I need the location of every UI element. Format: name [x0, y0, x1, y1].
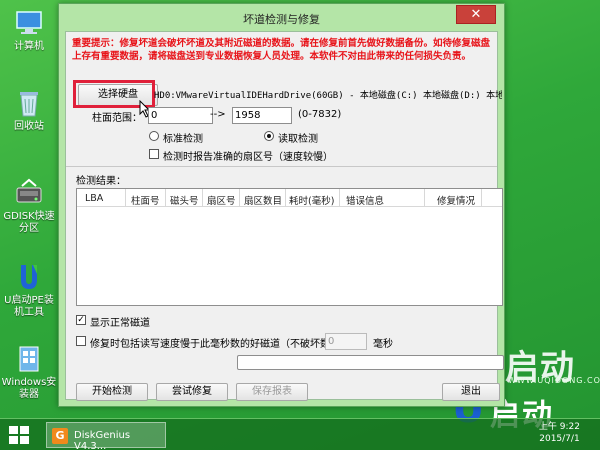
recycle-bin-icon: [20, 92, 38, 117]
standard-mode-radio[interactable]: [149, 131, 159, 141]
report-sector-label: 检测时报告准确的扇区号（速度较慢）: [163, 152, 333, 163]
column-header-lba: LBA: [85, 193, 104, 204]
read-mode-radio[interactable]: [264, 131, 274, 141]
show-normal-label: 显示正常磁道: [90, 318, 150, 329]
desktop-icon-label: GDISK快速分区: [3, 211, 55, 234]
windows-start-icon[interactable]: [8, 425, 30, 445]
column-separator: [165, 189, 166, 207]
warning-text: 重要提示：修复坏道会破坏坏道及其附近磁道的数据。请在修复前首先做好数据备份。如待…: [72, 38, 491, 62]
cylinder-range-label: 柱面范围：: [92, 113, 142, 124]
cylinder-to-input[interactable]: 1958: [232, 107, 292, 124]
taskbar: G DiskGenius V4.3... 上午 9:22 2015/7/1: [0, 418, 600, 450]
clock-time: 上午 9:22: [538, 422, 580, 432]
column-header-error: 错误信息: [346, 196, 385, 207]
column-separator: [239, 189, 240, 207]
desktop-icon-label: Windows安装器: [1, 377, 57, 400]
column-separator: [424, 189, 425, 207]
desktop-icon-upe-installer[interactable]: U启动PE装机工具: [0, 262, 58, 319]
column-header-cylinder: 柱面号: [131, 196, 160, 207]
disk-info-text: HD0:VMwareVirtualIDEHardDrive(60GB) - 本地…: [154, 91, 502, 101]
results-label: 检测结果：: [76, 176, 126, 187]
computer-icon: [16, 11, 42, 34]
results-table[interactable]: LBA 柱面号 磁头号 扇区号 扇区数目 耗时(毫秒) 错误信息 修复情况: [76, 188, 503, 306]
system-clock[interactable]: 上午 9:22 2015/7/1: [539, 421, 580, 445]
show-normal-checkbox[interactable]: ✓: [76, 315, 86, 325]
desktop-icon-windows-installer[interactable]: Windows安装器: [0, 344, 58, 401]
progress-bar: [237, 355, 504, 370]
read-mode-label: 读取检测: [278, 134, 318, 145]
range-arrow: -->: [210, 109, 226, 120]
repair-slow-checkbox[interactable]: [76, 336, 86, 346]
cylinder-max-range: (0-7832): [298, 109, 342, 120]
column-separator: [481, 189, 482, 207]
column-separator: [339, 189, 340, 207]
results-table-header: LBA 柱面号 磁头号 扇区号 扇区数目 耗时(毫秒) 错误信息 修复情况: [77, 189, 502, 207]
desktop-icon-label: 计算机: [14, 41, 44, 52]
cylinder-from-input[interactable]: 0: [148, 107, 213, 124]
taskbar-item-label: DiskGenius V4.3...: [74, 430, 131, 450]
try-repair-button[interactable]: 尝试修复: [156, 383, 228, 401]
clock-date: 2015/7/1: [539, 434, 580, 444]
column-separator: [285, 189, 286, 207]
u-logo-icon: [21, 265, 37, 289]
diskgenius-icon: G: [52, 428, 68, 444]
report-sector-checkbox[interactable]: [149, 149, 159, 159]
column-header-sector-count: 扇区数目: [244, 196, 283, 207]
column-header-repair: 修复情况: [437, 196, 476, 207]
column-header-sector: 扇区号: [207, 196, 236, 207]
desktop-icon-recycle-bin[interactable]: 回收站: [0, 88, 58, 133]
section-divider: [66, 166, 497, 167]
standard-mode-label: 标准检测: [163, 134, 203, 145]
close-button[interactable]: ✕: [456, 5, 496, 24]
ms-unit-label: 毫秒: [373, 339, 393, 350]
save-report-button[interactable]: 保存报表: [236, 383, 308, 401]
windows-installer-icon: [19, 346, 39, 372]
dialog-client-area: 重要提示：修复坏道会破坏坏道及其附近磁道的数据。请在修复前首先做好数据备份。如待…: [65, 31, 504, 401]
desktop-icon-computer[interactable]: 计算机: [0, 8, 58, 53]
desktop-icon-label: 回收站: [14, 121, 44, 132]
bad-track-dialog: 坏道检测与修复 ✕ 重要提示：修复坏道会破坏坏道及其附近磁道的数据。请在修复前首…: [58, 3, 505, 407]
dialog-title: 坏道检测与修复: [243, 13, 320, 26]
desktop-icon-label: U启动PE装机工具: [4, 295, 54, 318]
start-check-button[interactable]: 开始检测: [76, 383, 148, 401]
dialog-titlebar[interactable]: 坏道检测与修复 ✕: [59, 4, 504, 31]
column-header-head: 磁头号: [170, 196, 199, 207]
desktop-icon-gdisk[interactable]: GDISK快速分区: [0, 178, 58, 235]
repair-slow-label: 修复时包括读写速度慢于此毫秒数的好磁道（不破坏数据）：: [90, 339, 355, 350]
ms-threshold-input[interactable]: 0: [325, 333, 367, 350]
brand-url: WWW.UQIDONG.COM: [508, 376, 600, 385]
disk-partition-icon: [16, 178, 42, 203]
column-separator: [125, 189, 126, 207]
column-header-time: 耗时(毫秒): [289, 196, 335, 207]
column-separator: [202, 189, 203, 207]
taskbar-item-diskgenius[interactable]: G DiskGenius V4.3...: [46, 422, 166, 450]
exit-button[interactable]: 退出: [442, 383, 500, 401]
